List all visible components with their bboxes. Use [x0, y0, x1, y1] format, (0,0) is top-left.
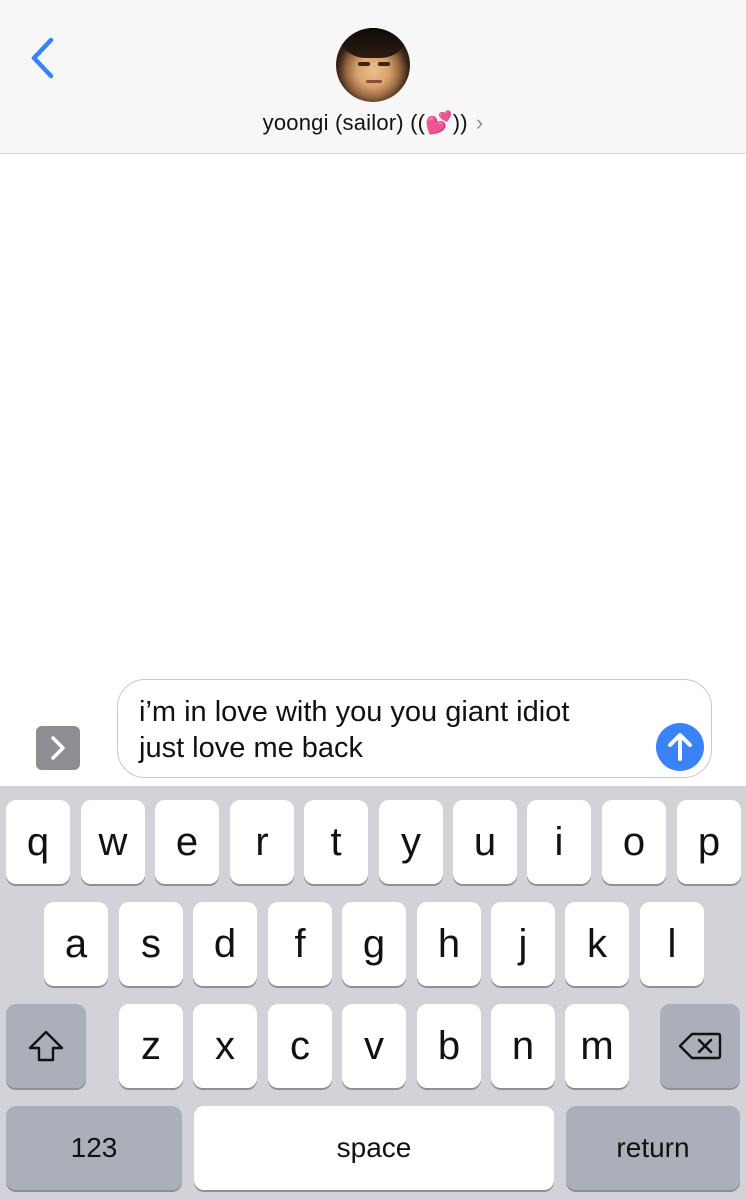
key-p[interactable]: p	[677, 800, 741, 884]
chevron-left-icon	[31, 37, 54, 79]
conversation-header: yoongi (sailor) ((💕)) ›	[0, 0, 746, 154]
key-g[interactable]: g	[342, 902, 406, 986]
key-x[interactable]: x	[193, 1004, 257, 1088]
key-v[interactable]: v	[342, 1004, 406, 1088]
key-n[interactable]: n	[491, 1004, 555, 1088]
key-i[interactable]: i	[527, 800, 591, 884]
numbers-key[interactable]: 123	[6, 1106, 182, 1190]
key-y[interactable]: y	[379, 800, 443, 884]
chevron-right-icon: ›	[475, 110, 484, 135]
shift-icon	[28, 1030, 64, 1062]
key-k[interactable]: k	[565, 902, 629, 986]
delete-key[interactable]	[660, 1004, 740, 1088]
key-q[interactable]: q	[6, 800, 70, 884]
key-z[interactable]: z	[119, 1004, 183, 1088]
expand-apps-button[interactable]	[36, 726, 80, 770]
chevron-right-icon	[51, 736, 65, 760]
key-w[interactable]: w	[81, 800, 145, 884]
key-t[interactable]: t	[304, 800, 368, 884]
space-key[interactable]: space	[194, 1106, 554, 1190]
key-f[interactable]: f	[268, 902, 332, 986]
key-b[interactable]: b	[417, 1004, 481, 1088]
key-d[interactable]: d	[193, 902, 257, 986]
send-button[interactable]	[656, 723, 704, 771]
keyboard: q w e r t y u i o p a s d f g h j k l z …	[0, 786, 746, 1200]
key-e[interactable]: e	[155, 800, 219, 884]
key-u[interactable]: u	[453, 800, 517, 884]
back-button[interactable]	[22, 34, 62, 82]
contact-name: yoongi (sailor) ((💕))	[262, 110, 468, 135]
key-j[interactable]: j	[491, 902, 555, 986]
message-input-text: i’m in love with you you giant idiot jus…	[139, 696, 570, 764]
return-key[interactable]: return	[566, 1106, 740, 1190]
key-a[interactable]: a	[44, 902, 108, 986]
contact-name-button[interactable]: yoongi (sailor) ((💕)) ›	[0, 108, 746, 138]
key-c[interactable]: c	[268, 1004, 332, 1088]
message-input[interactable]: i’m in love with you you giant idiot jus…	[117, 679, 712, 778]
key-h[interactable]: h	[417, 902, 481, 986]
key-o[interactable]: o	[602, 800, 666, 884]
avatar[interactable]	[336, 28, 410, 102]
message-list[interactable]	[0, 155, 746, 675]
shift-key[interactable]	[6, 1004, 86, 1088]
key-r[interactable]: r	[230, 800, 294, 884]
key-s[interactable]: s	[119, 902, 183, 986]
backspace-icon	[678, 1032, 722, 1060]
arrow-up-icon	[668, 733, 692, 761]
key-m[interactable]: m	[565, 1004, 629, 1088]
key-l[interactable]: l	[640, 902, 704, 986]
